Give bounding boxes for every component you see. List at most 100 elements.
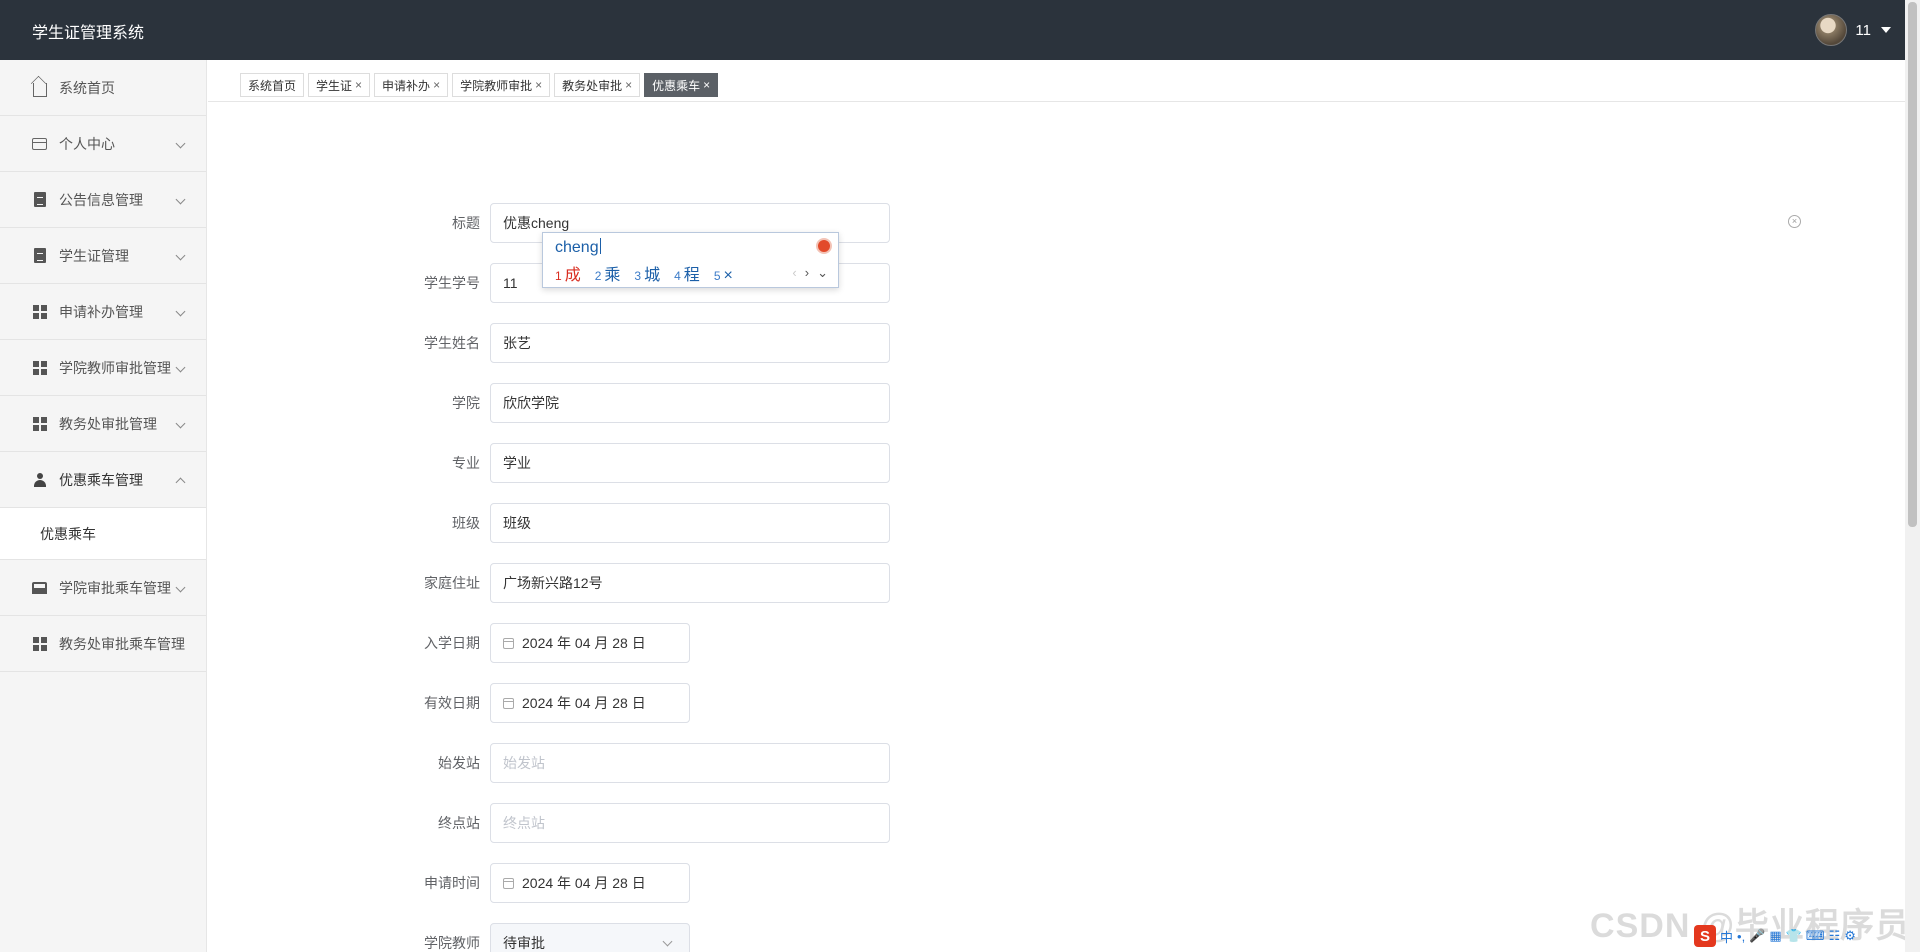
ime-candidate[interactable]: 3城 bbox=[634, 261, 660, 285]
form-row-major: 专业 学业 bbox=[400, 443, 890, 483]
close-icon[interactable]: × bbox=[355, 78, 362, 92]
college-teacher-select[interactable]: 待审批 bbox=[490, 923, 690, 952]
apply-time-picker[interactable]: 2024 年 04 月 28 日 bbox=[490, 863, 690, 903]
skin-icon[interactable]: 👕 bbox=[1786, 928, 1802, 944]
class-label: 班级 bbox=[452, 515, 480, 531]
ime-candidate[interactable]: 2乘 bbox=[595, 261, 621, 285]
tab-discount-ride[interactable]: 优惠乘车 × bbox=[644, 73, 719, 97]
sidebar-item-college-teacher-approval[interactable]: 学院教师审批管理 bbox=[0, 340, 206, 396]
grid-icon bbox=[32, 304, 47, 319]
keyboard-icon[interactable]: ⌨ bbox=[1806, 928, 1825, 944]
sidebar-item-label: 教务处审批管理 bbox=[59, 415, 157, 432]
form-row-end-station: 终点站 终点站 bbox=[400, 803, 890, 843]
tab-label: 申请补办 bbox=[382, 78, 431, 93]
end-station-label: 终点站 bbox=[438, 815, 480, 831]
microphone-icon[interactable]: 🎤 bbox=[1749, 928, 1765, 944]
valid-date-picker[interactable]: 2024 年 04 月 28 日 bbox=[490, 683, 690, 723]
grid-icon[interactable]: ☷ bbox=[1829, 928, 1841, 944]
start-station-input[interactable]: 始发站 bbox=[490, 743, 890, 783]
sidebar-subitem-discount-ride[interactable]: 优惠乘车 bbox=[0, 508, 206, 560]
ime-nav: ‹ › ⌄ bbox=[792, 265, 828, 281]
tray-item[interactable]: •, bbox=[1737, 929, 1745, 944]
tab-label: 优惠乘车 bbox=[652, 78, 701, 93]
start-station-label: 始发站 bbox=[438, 755, 480, 771]
address-input[interactable]: 广场新兴路12号 bbox=[490, 563, 890, 603]
enroll-date-picker[interactable]: 2024 年 04 月 28 日 bbox=[490, 623, 690, 663]
chevron-down-icon bbox=[175, 362, 186, 373]
calendar-icon bbox=[503, 877, 514, 889]
user-name[interactable]: 11 bbox=[1855, 22, 1871, 39]
tab-bar: 系统首页 学生证 × 申请补办 × 学院教师审批 × 教务处审批 × 优惠乘车 × bbox=[240, 73, 719, 97]
close-icon[interactable]: × bbox=[433, 78, 440, 92]
form-row-college-teacher: 学院教师 待审批 bbox=[400, 923, 690, 952]
close-icon[interactable]: × bbox=[535, 78, 542, 92]
sidebar: 系统首页 个人中心 公告信息管理 学生证管理 申请补办管理 学院教师审批管理 教… bbox=[0, 60, 207, 952]
clear-icon[interactable]: × bbox=[1788, 215, 1801, 228]
sidebar-item-label: 学院审批乘车管理 bbox=[59, 579, 171, 596]
ime-candidate[interactable]: 5 × bbox=[714, 267, 733, 285]
tab-label: 学院教师审批 bbox=[460, 78, 533, 93]
sidebar-item-label: 申请补办管理 bbox=[59, 303, 143, 320]
tab-label: 教务处审批 bbox=[562, 78, 623, 93]
card-icon bbox=[32, 136, 47, 151]
tab-college-teacher-approval[interactable]: 学院教师审批 × bbox=[452, 73, 551, 97]
sidebar-subitem-label: 优惠乘车 bbox=[40, 525, 96, 542]
college-label: 学院 bbox=[452, 395, 480, 411]
sidebar-item-academic-approval[interactable]: 教务处审批管理 bbox=[0, 396, 206, 452]
ime-tray: S 中 •, 🎤 ▦ 👕 ⌨ ☷ ⚙ bbox=[1694, 925, 1856, 947]
tray-item[interactable]: 中 bbox=[1720, 927, 1733, 946]
ime-candidate-popup: cheng 1成 2乘 3城 4程 5 × ‹ › ⌄ bbox=[542, 232, 839, 288]
title-label: 标题 bbox=[452, 215, 480, 231]
address-label: 家庭住址 bbox=[424, 575, 480, 591]
college-teacher-label: 学院教师 bbox=[424, 935, 480, 951]
class-input[interactable]: 班级 bbox=[490, 503, 890, 543]
sidebar-item-academic-ride-approval[interactable]: 教务处审批乘车管理 bbox=[0, 616, 206, 672]
ime-next-icon[interactable]: › bbox=[805, 265, 809, 281]
student-name-input[interactable]: 张艺 bbox=[490, 323, 890, 363]
tab-reissue[interactable]: 申请补办 × bbox=[374, 73, 449, 97]
ime-candidates: 1成 2乘 3城 4程 5 × bbox=[555, 261, 733, 285]
top-bar: 学生证管理系统 11 bbox=[0, 0, 1905, 60]
chevron-up-icon bbox=[175, 477, 186, 488]
close-icon[interactable]: × bbox=[625, 78, 632, 92]
caret-down-icon[interactable] bbox=[1881, 27, 1891, 33]
sidebar-item-discount-ride[interactable]: 优惠乘车管理 bbox=[0, 452, 206, 508]
form-row-enroll-date: 入学日期 2024 年 04 月 28 日 bbox=[400, 623, 690, 663]
tray-item[interactable]: ▦ bbox=[1769, 928, 1781, 944]
ime-candidate[interactable]: 4程 bbox=[674, 261, 700, 285]
tab-academic-approval[interactable]: 教务处审批 × bbox=[554, 73, 641, 97]
ime-prev-icon[interactable]: ‹ bbox=[792, 265, 796, 281]
ime-candidate[interactable]: 1成 bbox=[555, 261, 581, 285]
grid-icon bbox=[32, 360, 47, 375]
avatar[interactable] bbox=[1815, 14, 1848, 46]
major-input[interactable]: 学业 bbox=[490, 443, 890, 483]
ime-logo-icon[interactable] bbox=[816, 238, 832, 254]
sidebar-item-personal-center[interactable]: 个人中心 bbox=[0, 116, 206, 172]
user-menu[interactable]: 11 bbox=[1815, 14, 1891, 46]
scrollbar-thumb[interactable] bbox=[1908, 2, 1917, 527]
tab-label: 学生证 bbox=[316, 78, 353, 93]
tab-home[interactable]: 系统首页 bbox=[240, 73, 305, 97]
ime-more-icon[interactable]: ⌄ bbox=[817, 265, 828, 281]
student-name-label: 学生姓名 bbox=[424, 335, 480, 351]
sidebar-item-home[interactable]: 系统首页 bbox=[0, 60, 206, 116]
tab-student-card[interactable]: 学生证 × bbox=[308, 73, 371, 97]
sidebar-item-announcements[interactable]: 公告信息管理 bbox=[0, 172, 206, 228]
sidebar-item-label: 学院教师审批管理 bbox=[59, 359, 171, 376]
end-station-input[interactable]: 终点站 bbox=[490, 803, 890, 843]
sogou-logo-icon[interactable]: S bbox=[1694, 925, 1716, 947]
sidebar-item-college-ride-approval[interactable]: 学院审批乘车管理 bbox=[0, 560, 206, 616]
enroll-date-label: 入学日期 bbox=[424, 635, 480, 651]
chevron-down-icon bbox=[175, 138, 186, 149]
settings-icon[interactable]: ⚙ bbox=[1844, 928, 1856, 944]
sidebar-item-reissue[interactable]: 申请补办管理 bbox=[0, 284, 206, 340]
sidebar-item-student-card[interactable]: 学生证管理 bbox=[0, 228, 206, 284]
form-row-apply-time: 申请时间 2024 年 04 月 28 日 bbox=[400, 863, 690, 903]
college-input[interactable]: 欣欣学院 bbox=[490, 383, 890, 423]
home-icon bbox=[32, 80, 47, 97]
calendar-icon bbox=[503, 697, 514, 709]
student-no-label: 学生学号 bbox=[424, 275, 480, 291]
close-icon[interactable]: × bbox=[703, 78, 710, 92]
user-icon bbox=[32, 472, 47, 487]
bus-icon bbox=[32, 580, 47, 595]
